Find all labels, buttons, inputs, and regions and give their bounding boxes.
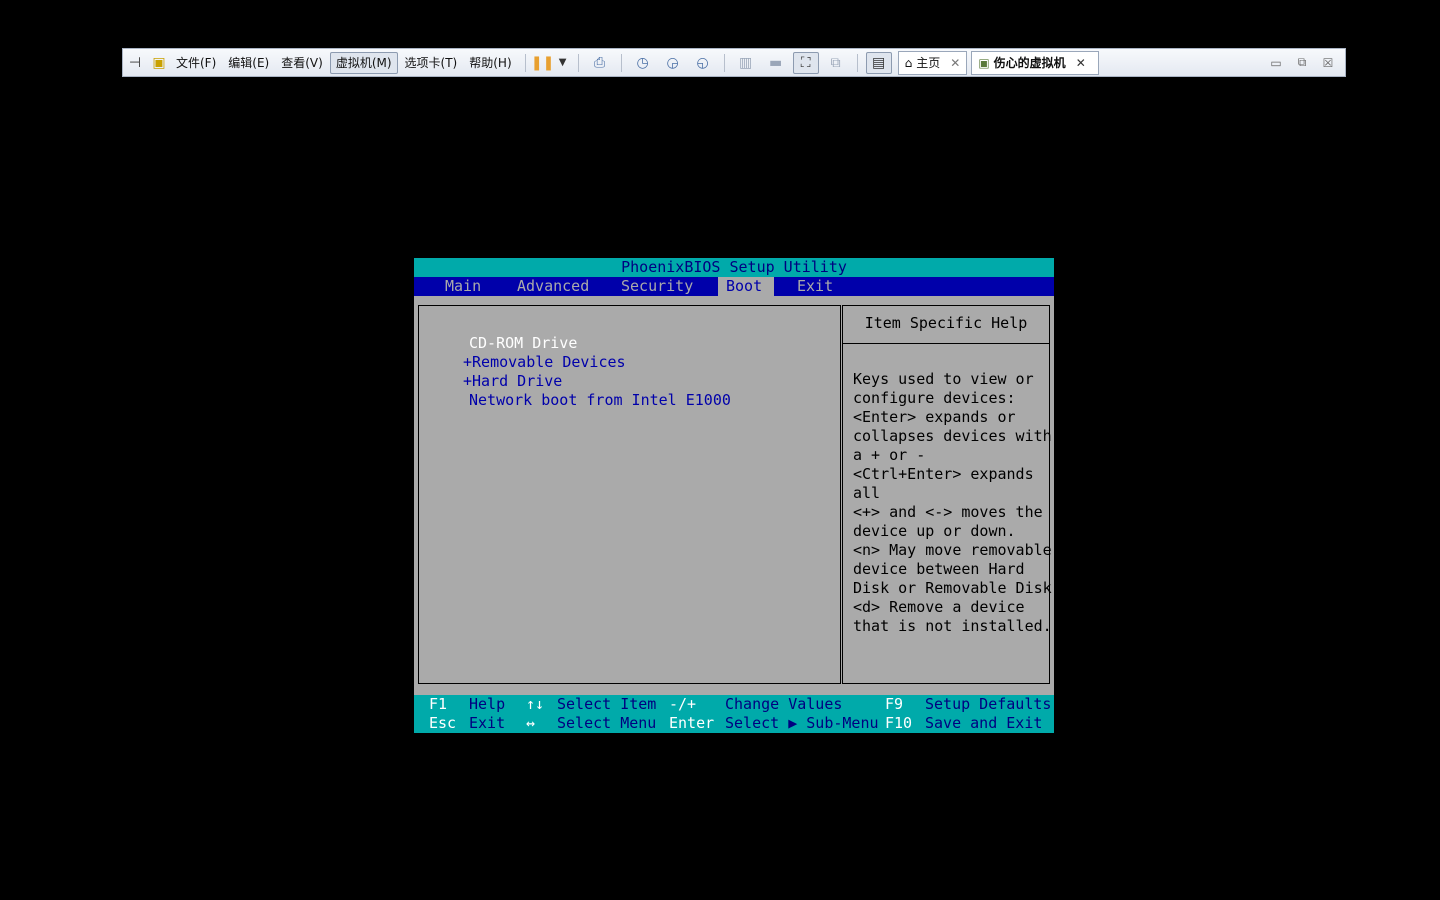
footer-key-updown: ↑↓ — [526, 695, 545, 713]
footer-label-select-item: Select Item — [557, 695, 657, 713]
boot-item-network[interactable]: Network boot from Intel E1000 — [469, 391, 731, 410]
separator — [856, 53, 858, 72]
tab-vm-label: 伤心的虚拟机 — [993, 56, 1066, 70]
footer-label-setup-defaults: Setup Defaults — [925, 695, 1052, 713]
menu-view[interactable]: 查看(V) — [276, 52, 328, 74]
tab-home[interactable]: ⌂ 主页 ✕ — [897, 50, 968, 75]
bios-screen: PhoenixBIOS Setup Utility Main Advanced … — [414, 258, 1054, 733]
separator — [723, 53, 725, 72]
snapshot-icon[interactable]: ◷ — [630, 52, 656, 74]
home-icon: ⌂ — [904, 55, 913, 70]
footer-key-plusminus: -/+ — [669, 695, 697, 713]
close-icon[interactable]: ✕ — [1076, 56, 1086, 70]
separator — [577, 53, 579, 72]
footer-label-select-submenu: Select ▶ Sub-Menu — [725, 714, 879, 732]
footer-key-esc: Esc — [429, 714, 457, 732]
separator — [524, 53, 526, 72]
help-panel: Item Specific Help Keys used to view or … — [842, 305, 1052, 684]
bios-menu-advanced[interactable]: Advanced — [509, 277, 597, 296]
menu-edit[interactable]: 编辑(E) — [223, 52, 274, 74]
boot-order-panel: CD-ROM Drive +Removable Devices +Hard Dr… — [418, 305, 841, 684]
bios-menu-security[interactable]: Security — [613, 277, 701, 296]
bios-title: PhoenixBIOS Setup Utility — [414, 258, 1054, 277]
unity-icon[interactable]: ⧉ — [823, 52, 849, 74]
console-view-icon[interactable]: ▬ — [763, 52, 789, 74]
bios-footer: F1 Help ↑↓ Select Item -/+ Change Values… — [414, 695, 1054, 733]
footer-key-leftright: ↔ — [526, 714, 536, 732]
restore-icon[interactable]: ⧉ — [1289, 51, 1315, 75]
close-icon[interactable]: ✕ — [950, 56, 960, 70]
bios-menubar: Main Advanced Security Boot Exit — [414, 277, 1054, 296]
close-window-icon[interactable]: ☒ — [1315, 51, 1341, 75]
menu-vm[interactable]: 虚拟机(M) — [329, 51, 398, 74]
send-ctrl-alt-del-icon[interactable]: ⎙ — [587, 52, 613, 74]
vm-icon[interactable]: ▣ — [149, 52, 169, 74]
bios-menu-main[interactable]: Main — [437, 277, 489, 296]
footer-key-f9: F9 — [885, 695, 904, 713]
fullscreen-icon[interactable]: ⛶ — [792, 51, 819, 74]
boot-item-removable[interactable]: +Removable Devices — [463, 353, 626, 372]
snapshot-manager-icon[interactable]: ◵ — [690, 52, 716, 74]
separator — [620, 53, 622, 72]
pause-icon[interactable]: ❚❚ — [531, 52, 554, 74]
minimize-icon[interactable]: ▭ — [1263, 51, 1289, 75]
tab-home-label: 主页 — [916, 56, 941, 70]
footer-label-help: Help — [469, 695, 506, 713]
footer-label-change-values: Change Values — [725, 695, 843, 713]
menu-tabs[interactable]: 选项卡(T) — [400, 52, 463, 74]
revert-snapshot-icon[interactable]: ◶ — [660, 52, 686, 74]
sidebar-view-icon[interactable]: ▥ — [733, 52, 759, 74]
help-text: Keys used to view or configure devices: … — [853, 370, 1052, 635]
menu-help[interactable]: 帮助(H) — [464, 52, 516, 74]
tab-vm[interactable]: ▣ 伤心的虚拟机 ✕ — [971, 50, 1100, 75]
footer-key-f1: F1 — [429, 695, 448, 713]
footer-label-select-menu: Select Menu — [557, 714, 657, 732]
vm-tab-icon: ▣ — [978, 55, 990, 70]
footer-key-enter: Enter — [669, 714, 715, 732]
footer-label-save-exit: Save and Exit — [925, 714, 1043, 732]
footer-label-exit: Exit — [469, 714, 506, 732]
boot-item-cdrom[interactable]: CD-ROM Drive — [469, 334, 577, 353]
footer-key-f10: F10 — [885, 714, 913, 732]
boot-item-hard-drive[interactable]: +Hard Drive — [463, 372, 562, 391]
menu-file[interactable]: 文件(F) — [171, 52, 221, 74]
bios-menu-exit[interactable]: Exit — [789, 277, 841, 296]
pin-icon[interactable]: ⊣ — [125, 52, 145, 74]
help-divider — [843, 343, 1049, 346]
dropdown-arrow-icon[interactable]: ▼ — [556, 52, 570, 74]
library-icon[interactable]: ▤ — [865, 51, 892, 74]
bios-menu-boot[interactable]: Boot — [718, 277, 774, 296]
help-title: Item Specific Help — [864, 314, 1028, 332]
vmware-toolbar: ⊣ ▣ 文件(F) 编辑(E) 查看(V) 虚拟机(M) 选项卡(T) 帮助(H… — [122, 48, 1346, 77]
